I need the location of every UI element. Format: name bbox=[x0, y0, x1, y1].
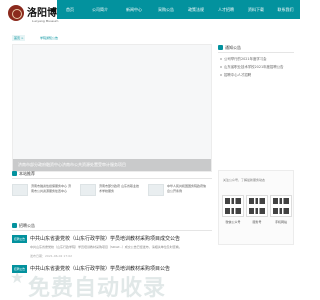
recommend-icon bbox=[12, 171, 17, 176]
item-title[interactable]: 中共山东省委党校（山东行政学院）学员培训教材采购项目成交公告 bbox=[30, 234, 180, 244]
recommend-title: 本站推荐 bbox=[19, 171, 35, 176]
nav-item-news[interactable]: 新闻中心 bbox=[117, 0, 151, 19]
service-qr-code bbox=[246, 195, 268, 217]
recommend-panel: 本站推荐 济南市融资性担保服务中心 济南市公共资源服务处置中心 济南市部分政府 … bbox=[12, 170, 212, 220]
breadcrumb-current[interactable]: 学院通知公告 bbox=[40, 35, 58, 41]
nav-item-policy[interactable]: 政策法规 bbox=[181, 0, 211, 19]
listing-icon bbox=[12, 223, 17, 228]
recommend-card-text[interactable]: 济南市部分政府 山东省职业技术学校服务 bbox=[99, 184, 139, 193]
recommend-thumbnail[interactable] bbox=[148, 184, 164, 196]
follow-text: 关注公众号，了解最新服务动态 bbox=[223, 178, 266, 182]
nav-item-recruit[interactable]: 人才招聘 bbox=[211, 0, 241, 19]
recommend-header: 本站推荐 bbox=[12, 170, 212, 179]
qr-code-icon bbox=[273, 198, 289, 214]
notice-panel: 通知公告 公司举行的2021年度学习会 山东省职业技术学校2021年度招聘公告 … bbox=[218, 44, 294, 172]
item-tag: 招聘公告 bbox=[12, 235, 27, 243]
notice-item[interactable]: 招聘中心人才招聘 bbox=[220, 73, 251, 78]
bullet-icon bbox=[220, 74, 222, 76]
notice-item-text[interactable]: 招聘中心人才招聘 bbox=[224, 73, 251, 77]
notice-item[interactable]: 公司举行的2021年度学习会 bbox=[220, 57, 267, 62]
item-title[interactable]: 中共山东省委党校（山东行政学院）学员培训教材采购项目公告 bbox=[30, 264, 170, 274]
mobile-qr-code bbox=[270, 195, 292, 217]
item-tag: 招聘公告 bbox=[12, 265, 27, 273]
breadcrumb-home[interactable]: 首页 > bbox=[12, 35, 26, 41]
nav-item-download[interactable]: 资料下载 bbox=[241, 0, 271, 19]
listing-header: 招聘公告 bbox=[12, 222, 212, 231]
recommend-card[interactable]: 济南市融资性担保服务中心 济南市公共资源服务处置中心 bbox=[12, 184, 74, 214]
notice-item-text[interactable]: 公司举行的2021年度学习会 bbox=[224, 57, 267, 61]
recommend-card[interactable]: 中华人民共和国国务院政府信息公开条例 bbox=[148, 184, 210, 214]
bullet-icon bbox=[220, 66, 222, 68]
listing-title: 招聘公告 bbox=[19, 223, 35, 228]
site-logo-subtitle: Luoyang Museum bbox=[32, 19, 59, 23]
qr-code-icon bbox=[225, 198, 241, 214]
recommend-card-text[interactable]: 济南市融资性担保服务中心 济南市公共资源服务处置中心 bbox=[31, 184, 71, 193]
notice-title: 通知公告 bbox=[225, 45, 241, 50]
qr-code-icon bbox=[249, 198, 265, 214]
site-header: 洛阳博物 Luoyang Museum 首页 公司简介 新闻中心 采购公告 政策… bbox=[0, 0, 300, 30]
nav-item-about[interactable]: 公司简介 bbox=[83, 0, 117, 19]
wechat-qr-code bbox=[222, 195, 244, 217]
list-item[interactable]: 招聘公告 中共山东省委党校（山东行政学院）学员培训教材采购项目成交公告 中共山东… bbox=[12, 234, 212, 262]
nav-item-home[interactable]: 首页 bbox=[57, 0, 83, 19]
item-date: 发布日期：2021-06-02 17:02 bbox=[30, 254, 73, 258]
bullet-icon bbox=[220, 58, 222, 60]
nav-item-contact[interactable]: 联系我们 bbox=[271, 0, 300, 19]
item-desc: 中共山东省委党校（山东行政学院）学员培训教材采购项目（SDGP...）成交公告已… bbox=[30, 245, 182, 249]
nav-item-procurement[interactable]: 采购公告 bbox=[151, 0, 181, 19]
main-nav: 首页 公司简介 新闻中心 采购公告 政策法规 人才招聘 资料下载 联系我们 bbox=[57, 0, 300, 19]
qr-label: 服务号 bbox=[252, 220, 262, 224]
recommend-thumbnail[interactable] bbox=[80, 184, 96, 196]
logo-seal-icon[interactable] bbox=[8, 5, 24, 21]
hero-slideshow[interactable]: 济南市部分政府融资中心济南市公共资源处置受审计服务项目 bbox=[12, 44, 212, 172]
notice-item-text[interactable]: 山东省职业技术学校2021年度招聘公告 bbox=[224, 65, 284, 69]
follow-panel: 关注公众号，了解最新服务动态 微信公众号 服务号 手机网站 bbox=[218, 170, 294, 245]
recommend-thumbnail[interactable] bbox=[12, 184, 28, 196]
notice-header: 通知公告 bbox=[218, 44, 294, 53]
qr-label: 微信公众号 bbox=[225, 220, 241, 224]
breadcrumb: 首页 > 学院通知公告 bbox=[12, 33, 212, 43]
qr-label: 手机网站 bbox=[274, 220, 287, 224]
recommend-card[interactable]: 济南市部分政府 山东省职业技术学校服务 bbox=[80, 184, 142, 214]
hero-caption[interactable]: 济南市部分政府融资中心济南市公共资源处置受审计服务项目 bbox=[18, 162, 126, 168]
list-item[interactable]: 招聘公告 中共山东省委党校（山东行政学院）学员培训教材采购项目公告 bbox=[12, 264, 212, 292]
notice-item[interactable]: 山东省职业技术学校2021年度招聘公告 bbox=[220, 65, 284, 70]
recruit-listing: 招聘公告 招聘公告 中共山东省委党校（山东行政学院）学员培训教材采购项目成交公告… bbox=[12, 222, 212, 300]
notice-icon bbox=[218, 45, 223, 50]
recommend-card-text[interactable]: 中华人民共和国国务院政府信息公开条例 bbox=[167, 184, 207, 193]
